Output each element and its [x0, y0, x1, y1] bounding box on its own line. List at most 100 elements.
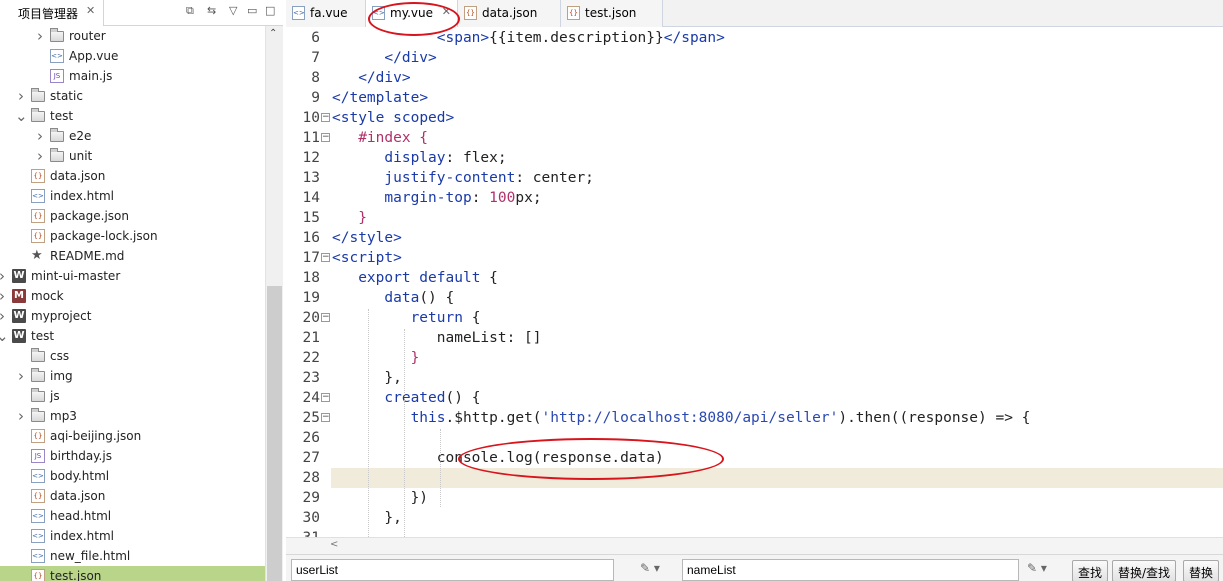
fold-toggle-icon[interactable]: −: [321, 413, 330, 422]
tree-item[interactable]: › Wmint-ui-master: [0, 266, 265, 286]
folder-icon: [50, 148, 64, 162]
tree-item[interactable]: ⌄ Wtest: [0, 326, 265, 346]
chevron-right-icon[interactable]: ›: [0, 306, 8, 326]
code-line[interactable]: <style scoped>: [332, 108, 454, 128]
tree-item-label: package-lock.json: [50, 229, 158, 243]
code-line[interactable]: }: [332, 348, 420, 368]
chevron-up-icon[interactable]: ⌃: [269, 28, 277, 39]
search-options-icon[interactable]: ✎ ▾: [640, 561, 660, 575]
tree-item[interactable]: <> new_file.html: [0, 546, 265, 566]
tree-item[interactable]: › mp3: [0, 406, 265, 426]
chevron-down-icon[interactable]: ⌄: [15, 106, 28, 126]
project-icon: W: [12, 269, 26, 283]
tree-item[interactable]: › Mmock: [0, 286, 265, 306]
tree-item[interactable]: <> App.vue: [0, 46, 265, 66]
tree-item[interactable]: › static: [0, 86, 265, 106]
chevron-right-icon[interactable]: ›: [15, 366, 27, 386]
replace-options-icon[interactable]: ✎ ▾: [1027, 561, 1047, 575]
folder-icon: [31, 348, 45, 362]
fold-toggle-icon[interactable]: −: [321, 393, 330, 402]
tree-item[interactable]: ★ README.md: [0, 246, 265, 266]
js-file-icon: JS: [31, 449, 45, 463]
chevron-right-icon[interactable]: ›: [0, 286, 8, 306]
code-line[interactable]: return {: [332, 308, 481, 328]
chevron-left-icon[interactable]: <: [330, 539, 338, 550]
tree-item[interactable]: › router: [0, 26, 265, 46]
tree-item[interactable]: JS main.js: [0, 66, 265, 86]
view-menu-icon[interactable]: ▽: [229, 4, 237, 17]
code-line[interactable]: </div>: [332, 48, 436, 68]
code-line[interactable]: }: [332, 208, 367, 228]
code-line[interactable]: created() {: [332, 388, 480, 408]
replace-find-button[interactable]: 替换/查找: [1112, 560, 1177, 581]
code-line[interactable]: justify-content: center;: [332, 168, 594, 188]
fold-toggle-icon[interactable]: −: [321, 133, 330, 142]
tree-item[interactable]: › Wmyproject: [0, 306, 265, 326]
maximize-icon[interactable]: □: [265, 4, 275, 17]
replace-input[interactable]: nameList: [682, 559, 1019, 581]
tab-test-json[interactable]: {} test.json: [561, 0, 663, 27]
tree-item[interactable]: <> head.html: [0, 506, 265, 526]
editor-horizontal-scrollbar[interactable]: <: [286, 537, 1223, 554]
chevron-right-icon[interactable]: ›: [34, 126, 46, 146]
chevron-right-icon[interactable]: ›: [34, 146, 46, 166]
fold-toggle-icon[interactable]: −: [321, 253, 330, 262]
fold-toggle-icon[interactable]: −: [321, 113, 330, 122]
code-line[interactable]: </div>: [332, 68, 410, 88]
code-line[interactable]: data() {: [332, 288, 454, 308]
tab-data-json[interactable]: {} data.json: [458, 0, 561, 27]
tree-item[interactable]: › img: [0, 366, 265, 386]
tree-item[interactable]: ⌄ test: [0, 106, 265, 126]
tree-item[interactable]: {} test.json: [0, 566, 265, 581]
tab-fa-vue[interactable]: <> fa.vue: [286, 0, 366, 27]
link-editor-icon[interactable]: ⇆: [207, 4, 216, 17]
tree-item[interactable]: {} package.json: [0, 206, 265, 226]
scrollbar-thumb[interactable]: [267, 286, 282, 581]
tree-scrollbar[interactable]: ⌃: [265, 26, 283, 581]
tree-item[interactable]: <> body.html: [0, 466, 265, 486]
code-line[interactable]: </style>: [332, 228, 402, 248]
tree-item[interactable]: {} data.json: [0, 166, 265, 186]
code-line[interactable]: </template>: [332, 88, 428, 108]
tree-item-label: body.html: [50, 469, 110, 483]
code-line[interactable]: this.$http.get('http://localhost:8080/ap…: [332, 408, 1031, 428]
code-line[interactable]: export default {: [332, 268, 498, 288]
code-line[interactable]: #index {: [332, 128, 428, 148]
tree-item[interactable]: {} package-lock.json: [0, 226, 265, 246]
tree-item[interactable]: <> index.html: [0, 526, 265, 546]
tree-item-label: js: [50, 389, 60, 403]
find-button[interactable]: 查找: [1072, 560, 1109, 581]
tree-item[interactable]: › unit: [0, 146, 265, 166]
code-line[interactable]: nameList: []: [332, 328, 542, 348]
collapse-all-icon[interactable]: ⧉: [186, 4, 194, 18]
code-line[interactable]: margin-top: 100px;: [332, 188, 541, 208]
chevron-down-icon[interactable]: ⌄: [0, 326, 9, 346]
tree-item-label: unit: [69, 149, 93, 163]
fold-toggle-icon[interactable]: −: [321, 313, 330, 322]
tree-item[interactable]: › e2e: [0, 126, 265, 146]
tree-item[interactable]: JS birthday.js: [0, 446, 265, 466]
close-icon[interactable]: ✕: [86, 4, 95, 17]
code-line[interactable]: }): [332, 488, 428, 508]
code-editor[interactable]: 6 7 8 9 10−11−12 13 14 15 16 17−18 19 20−21 22 23 24−2…: [286, 27, 1223, 537]
html-file-icon: <>: [31, 469, 45, 483]
json-file-icon: {}: [31, 209, 45, 223]
code-line[interactable]: },: [332, 368, 401, 388]
minimize-icon[interactable]: ▭: [247, 4, 257, 17]
line-number: 11: [302, 130, 320, 146]
chevron-right-icon[interactable]: ›: [15, 86, 27, 106]
code-line[interactable]: },: [332, 508, 401, 528]
search-input[interactable]: userList: [291, 559, 614, 581]
chevron-right-icon[interactable]: ›: [15, 406, 27, 426]
project-explorer-tab[interactable]: 项目管理器 ✕: [0, 0, 104, 26]
replace-button[interactable]: 替换: [1183, 560, 1220, 581]
code-line[interactable]: <script>: [332, 248, 402, 268]
chevron-right-icon[interactable]: ›: [34, 26, 46, 46]
chevron-right-icon[interactable]: ›: [0, 266, 8, 286]
tree-item[interactable]: {} aqi-beijing.json: [0, 426, 265, 446]
code-line[interactable]: display: flex;: [332, 148, 506, 168]
tree-item[interactable]: js: [0, 386, 265, 406]
tree-item[interactable]: <> index.html: [0, 186, 265, 206]
tree-item[interactable]: css: [0, 346, 265, 366]
tree-item[interactable]: {} data.json: [0, 486, 265, 506]
